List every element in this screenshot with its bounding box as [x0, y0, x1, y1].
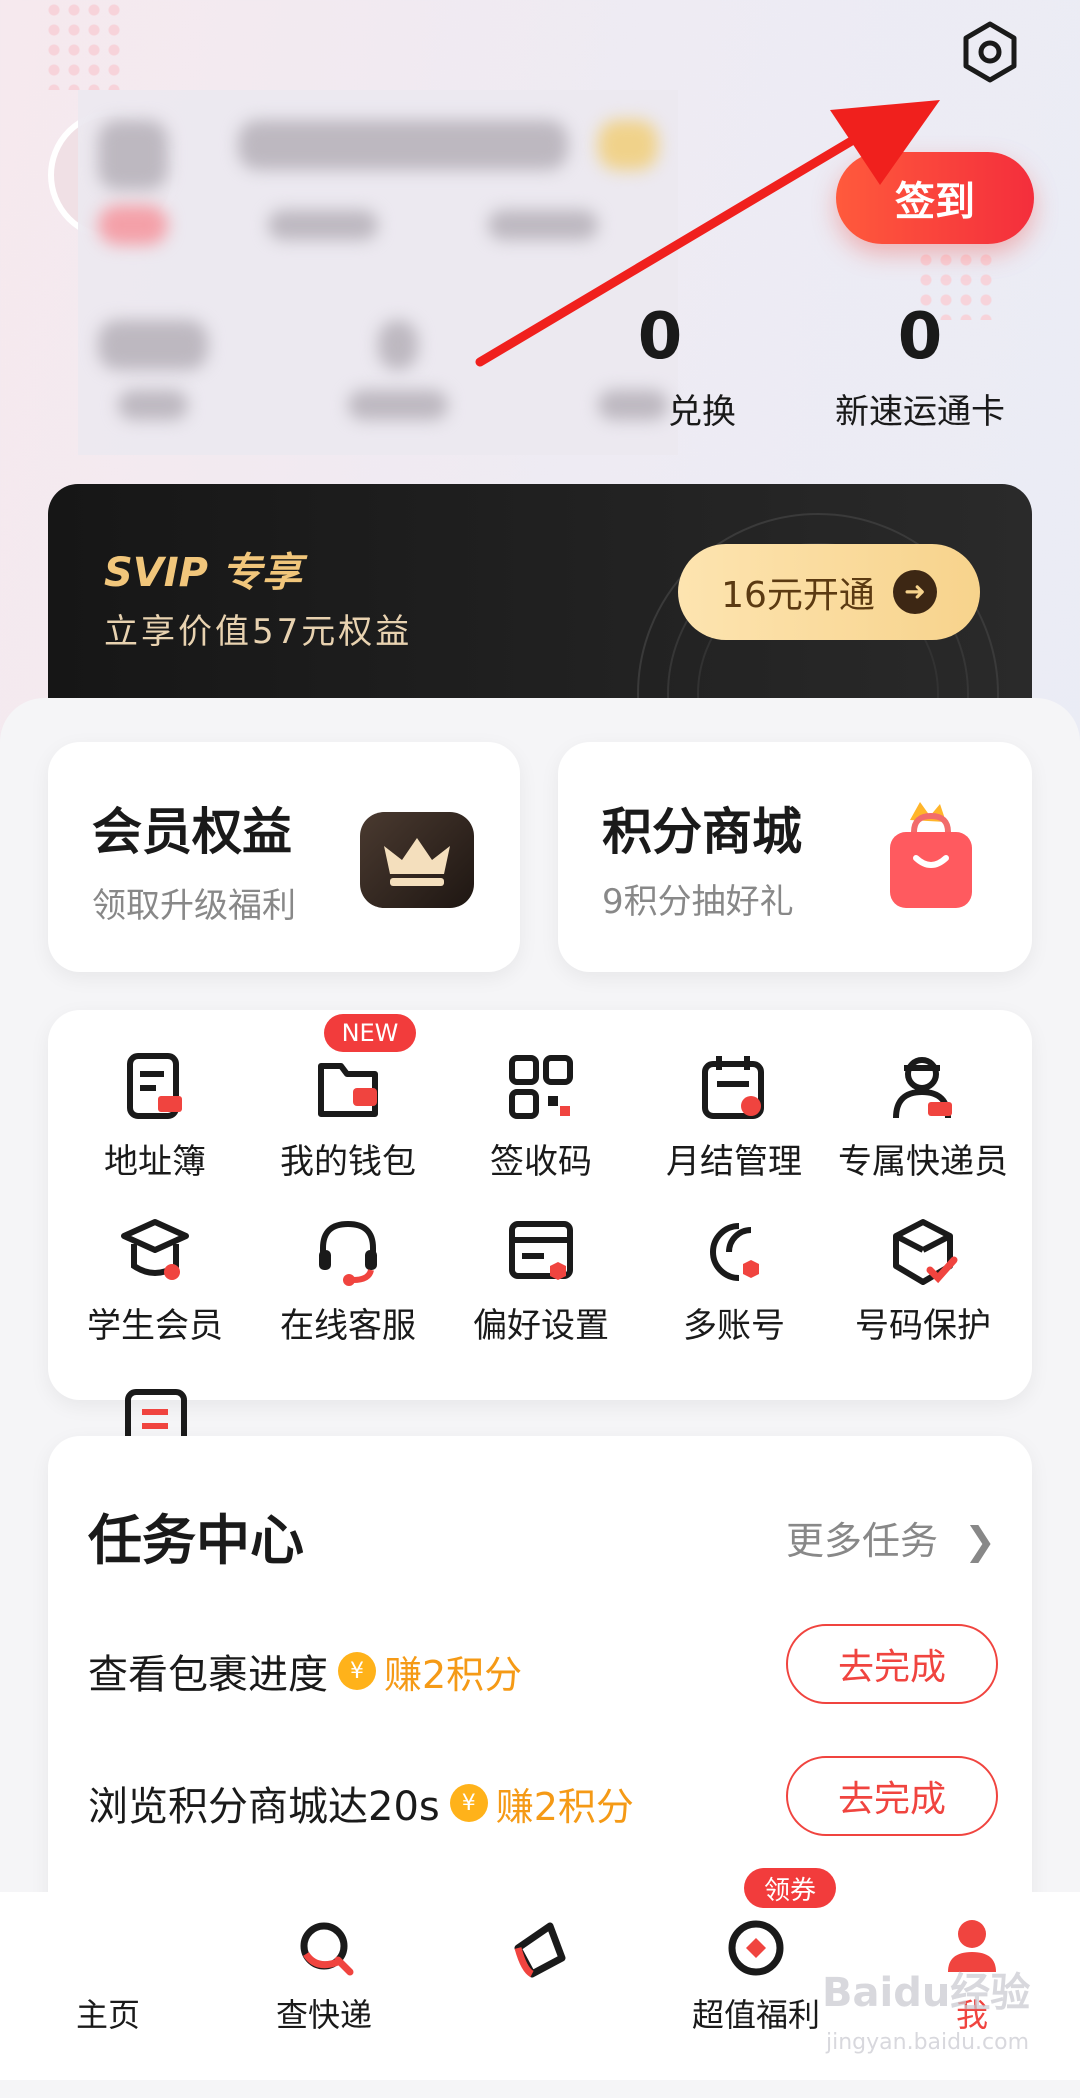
task-item: 查看包裹进度 ¥ 赚2积分 — [88, 1642, 522, 1700]
more-tasks-link[interactable]: 更多任务 ❯ — [786, 1510, 996, 1565]
nav-track[interactable]: 查快递 — [216, 1892, 432, 2080]
service-label: 号码保护 — [855, 1306, 991, 1346]
new-badge: NEW — [324, 1014, 416, 1052]
multi-account-icon — [710, 1223, 759, 1281]
courier-icon — [893, 1057, 952, 1119]
member-benefits-card[interactable]: 会员权益 领取升级福利 — [48, 742, 520, 972]
service-support[interactable]: 在线客服 — [251, 1216, 445, 1347]
preferences-icon — [509, 1221, 573, 1280]
nav-label: 查快递 — [275, 1996, 372, 2034]
service-label: 学生会员 — [87, 1306, 223, 1346]
arrow-right-icon: ➜ — [892, 570, 937, 614]
svip-subtitle: 立享价值57元权益 — [104, 612, 413, 652]
nav-label: 主页 — [75, 1996, 140, 2034]
decorative-dots — [44, 0, 124, 90]
calendar-icon — [702, 1056, 764, 1119]
service-label: 地址簿 — [104, 1142, 206, 1182]
points-mall-card[interactable]: 积分商城 9积分抽好礼 — [558, 742, 1032, 972]
graduation-cap-icon — [121, 1219, 189, 1280]
service-address-book[interactable]: 地址簿 — [58, 1052, 252, 1183]
svip-open-button[interactable]: 16元开通 ➜ — [678, 544, 980, 640]
card-title: 积分商城 — [602, 803, 802, 861]
service-label: 专属快递员 — [838, 1142, 1008, 1182]
wallet-icon — [318, 1063, 378, 1117]
nav-send[interactable] — [432, 1892, 648, 2080]
svip-open-label: 16元开通 — [721, 575, 875, 616]
service-label: 签收码 — [490, 1142, 592, 1182]
svip-banner[interactable]: SVIP 专享 立享价值57元权益 16元开通 ➜ — [48, 484, 1032, 704]
crown-icon — [360, 812, 474, 908]
service-label: 偏好设置 — [473, 1306, 609, 1346]
chevron-right-icon: ❯ — [964, 1519, 996, 1563]
send-package-icon — [514, 1922, 566, 1978]
watermark-url: jingyan.baidu.com — [826, 2030, 1030, 2055]
service-label: 在线客服 — [280, 1306, 416, 1346]
svip-title: SVIP 专享 — [104, 550, 302, 596]
service-number-protect[interactable]: 号码保护 — [826, 1216, 1020, 1347]
service-signcode[interactable]: 签收码 — [444, 1052, 638, 1183]
service-student[interactable]: 学生会员 — [58, 1216, 252, 1347]
shield-check-icon — [893, 1219, 958, 1285]
stat-label[interactable]: 新速运通卡 — [820, 384, 1020, 433]
benefits-icon — [728, 1920, 784, 1976]
address-book-icon — [127, 1053, 182, 1119]
shopping-bag-icon — [876, 798, 986, 922]
card-subtitle: 9积分抽好礼 — [602, 882, 794, 922]
task-item: 浏览积分商城达20s ¥ 赚2积分 — [88, 1774, 634, 1832]
coin-icon: ¥ — [449, 1784, 488, 1822]
search-icon — [300, 1922, 354, 1976]
more-tasks-label: 更多任务 — [786, 1519, 939, 1563]
nav-home[interactable]: 主页 — [0, 1892, 216, 2080]
service-label: 多账号 — [683, 1306, 785, 1346]
task-reward: 赚2积分 — [384, 1652, 523, 1697]
service-monthly[interactable]: 月结管理 — [637, 1052, 831, 1183]
service-wallet[interactable]: 我的钱包 — [251, 1052, 445, 1183]
coin-icon: ¥ — [338, 1652, 376, 1690]
watermark: Baidu经验 — [822, 1970, 1031, 2016]
task-reward: 赚2积分 — [495, 1784, 634, 1829]
service-courier[interactable]: 专属快递员 — [826, 1052, 1020, 1183]
task-text: 浏览积分商城达20s — [88, 1784, 440, 1830]
coupon-badge: 领券 — [744, 1868, 836, 1908]
headset-icon — [319, 1220, 377, 1286]
service-label: 月结管理 — [666, 1142, 802, 1182]
stat-label[interactable]: 兑换 — [662, 384, 742, 433]
settings-icon[interactable] — [958, 20, 1022, 84]
task-complete-button[interactable]: 去完成 — [786, 1624, 998, 1704]
service-label: 我的钱包 — [280, 1142, 416, 1182]
qr-code-icon — [509, 1055, 573, 1119]
card-subtitle: 领取升级福利 — [92, 886, 296, 926]
card-title: 会员权益 — [92, 803, 292, 861]
document-icon — [124, 1388, 190, 1455]
service-multi-account[interactable]: 多账号 — [637, 1216, 831, 1347]
task-complete-button[interactable]: 去完成 — [786, 1756, 998, 1836]
annotation-arrow-icon — [475, 100, 940, 367]
service-preferences[interactable]: 偏好设置 — [444, 1216, 638, 1347]
task-text: 查看包裹进度 — [88, 1652, 328, 1698]
task-center-title: 任务中心 — [88, 1509, 304, 1572]
